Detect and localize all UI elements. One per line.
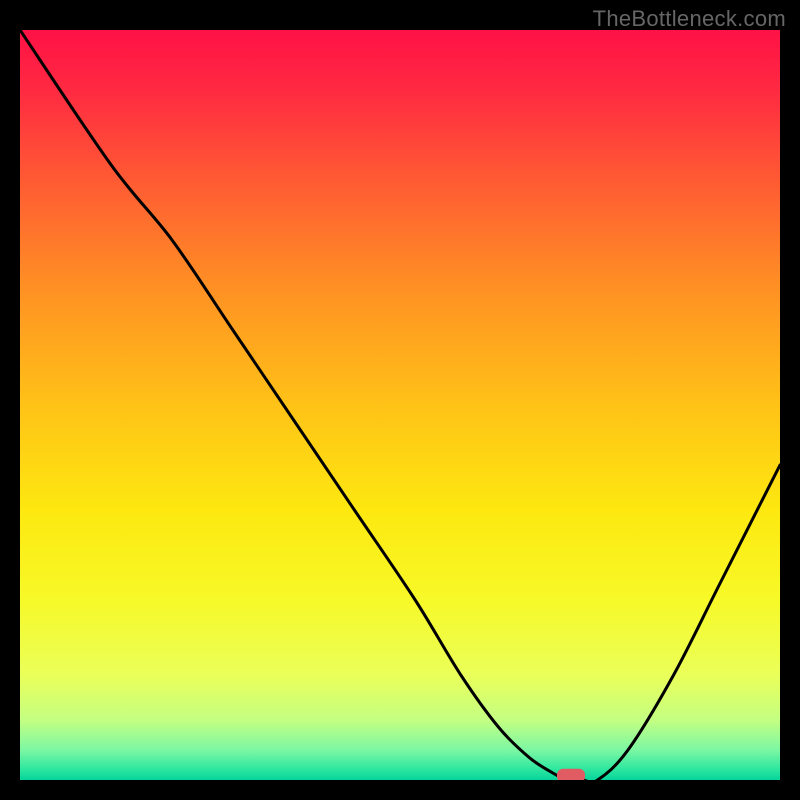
gradient-background xyxy=(20,30,780,780)
chart-stage: TheBottleneck.com xyxy=(0,0,800,800)
optimal-marker xyxy=(557,769,585,780)
bottleneck-chart xyxy=(20,30,780,780)
watermark-label: TheBottleneck.com xyxy=(593,6,786,32)
chart-svg xyxy=(20,30,780,780)
